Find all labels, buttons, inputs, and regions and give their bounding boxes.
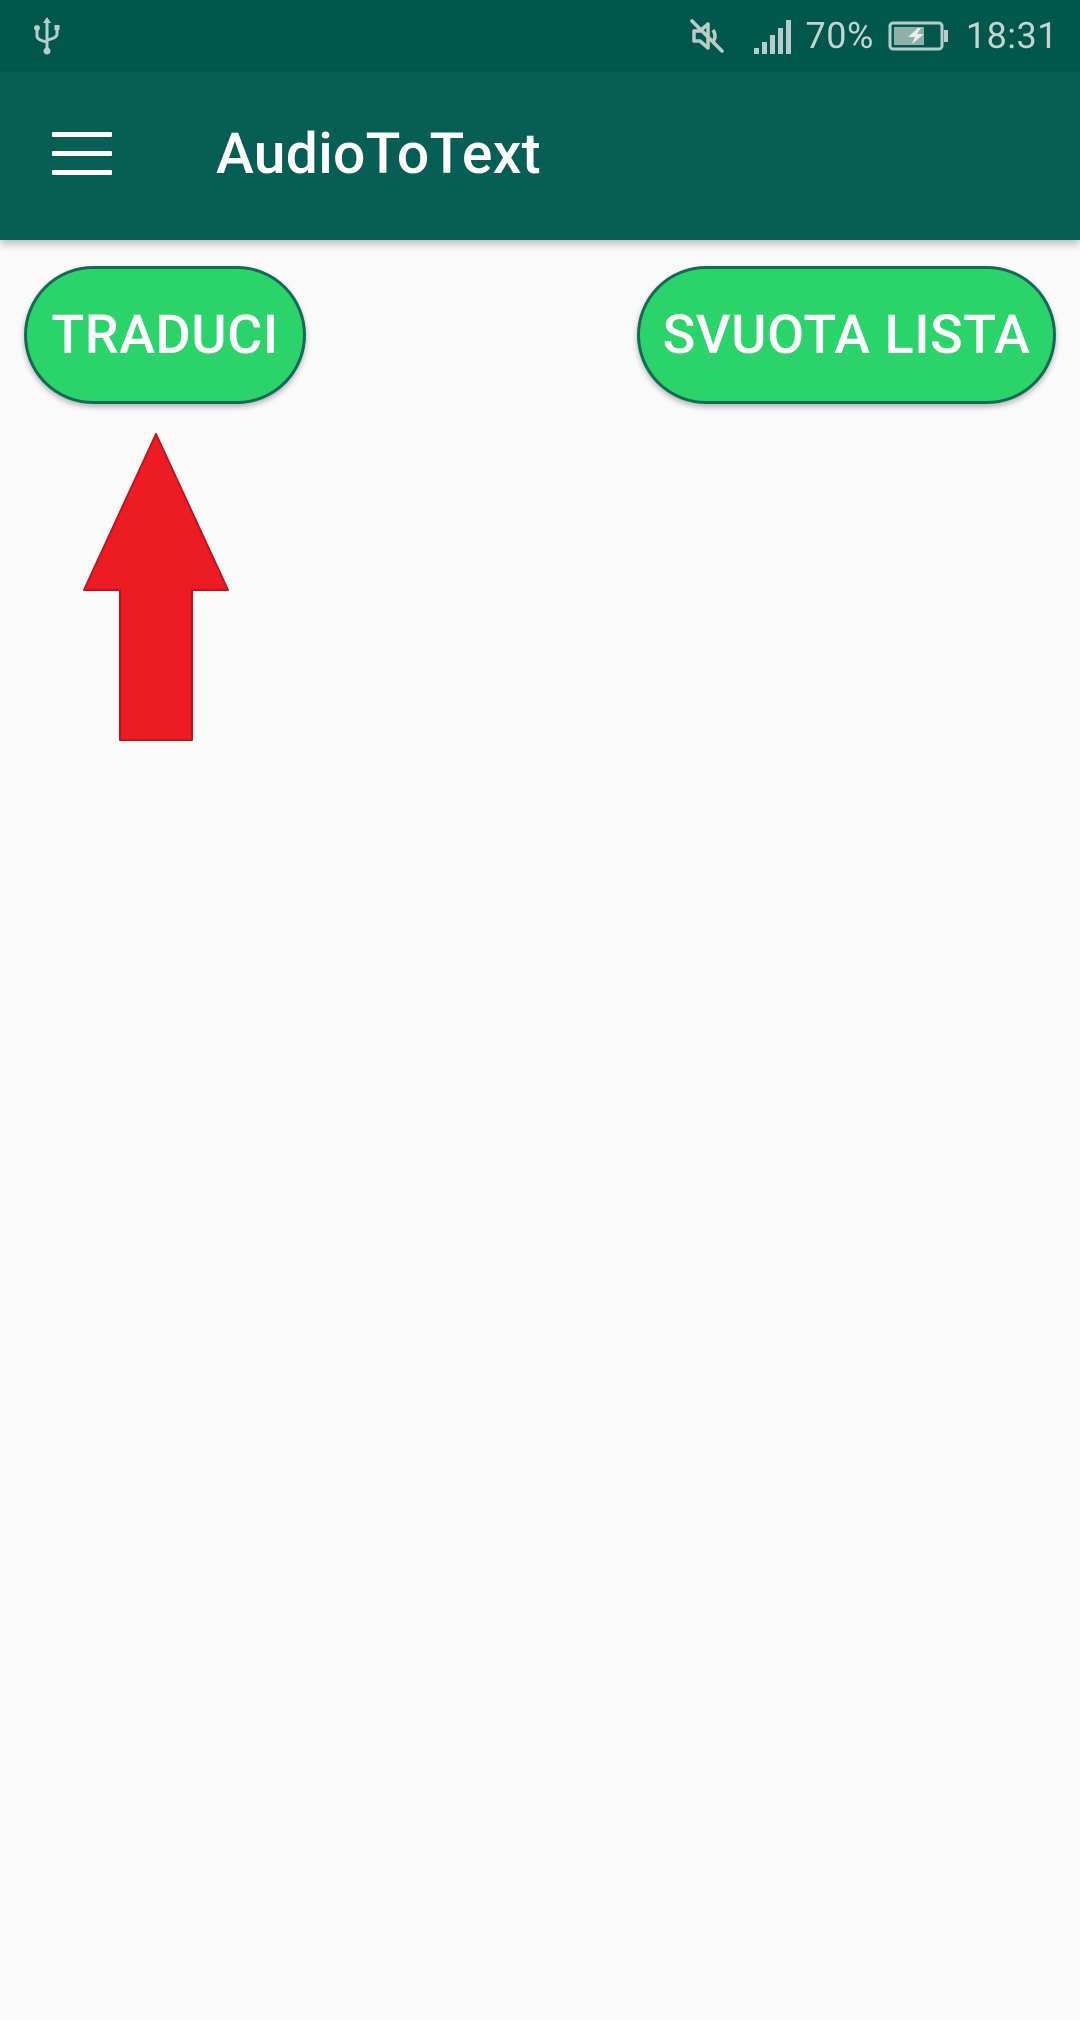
status-bar: 70% 18:31 <box>0 0 1080 72</box>
screen: 70% 18:31 AudioToText TRADUCI SVUOTA LIS… <box>0 0 1080 2020</box>
battery-percent: 70% <box>805 15 874 57</box>
app-title: AudioToText <box>216 120 541 187</box>
translate-button[interactable]: TRADUCI <box>24 266 306 404</box>
mute-icon <box>689 19 724 53</box>
app-bar: AudioToText <box>0 72 1080 240</box>
red-up-arrow-icon <box>83 433 229 741</box>
clear-list-button[interactable]: SVUOTA LISTA <box>637 266 1056 404</box>
clock: 18:31 <box>965 15 1058 57</box>
battery-charging-icon <box>888 21 948 51</box>
signal-icon <box>753 20 791 54</box>
usb-icon <box>34 17 60 55</box>
status-right: 70% 18:31 <box>686 0 1059 72</box>
hamburger-menu-icon[interactable] <box>52 132 112 178</box>
